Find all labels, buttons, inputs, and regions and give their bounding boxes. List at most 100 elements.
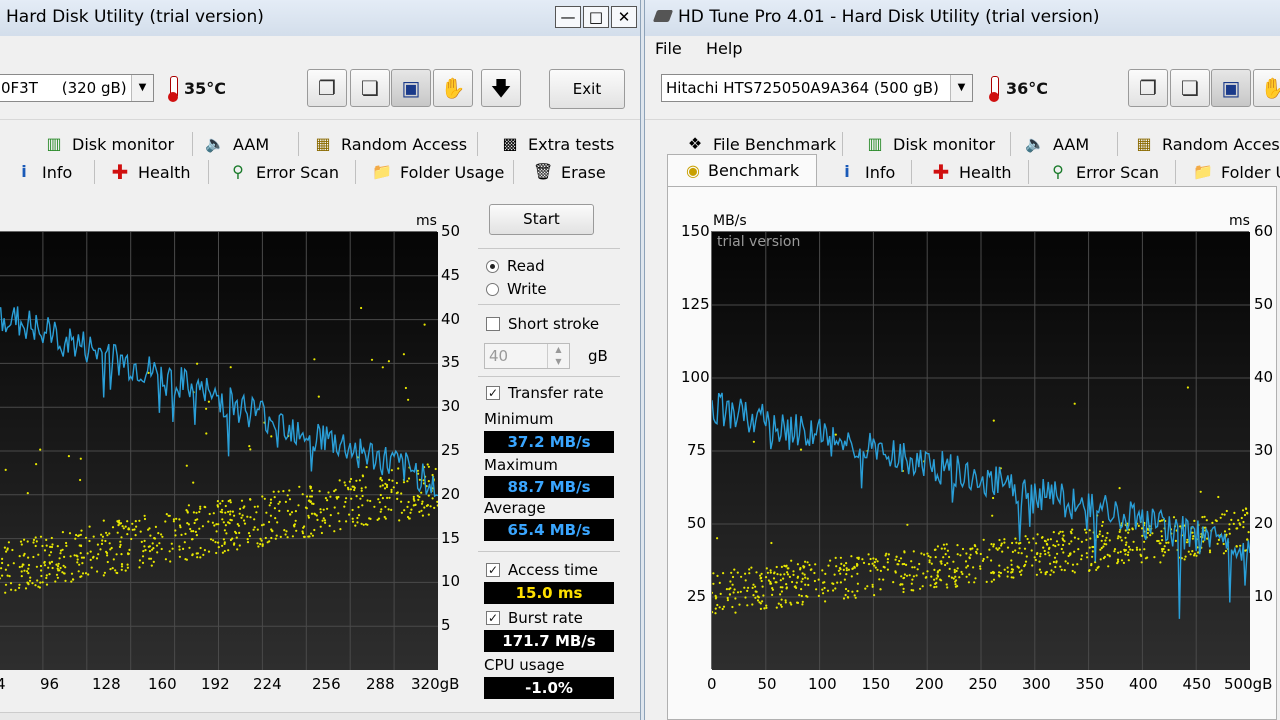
tab-random-access[interactable]: ▦ Random Access xyxy=(1134,130,1280,158)
tab-label: Folder Usage xyxy=(400,162,505,182)
tab-aam[interactable]: 🔈 AAM xyxy=(1025,130,1089,158)
copy-screenshot-button[interactable]: ❏ xyxy=(1170,69,1210,107)
short-stroke-size-input[interactable]: 40 ▲ ▼ xyxy=(484,343,570,369)
tab-disk-monitor[interactable]: ▥ Disk monitor xyxy=(865,130,995,158)
access-time-point xyxy=(297,504,300,507)
access-time-point xyxy=(798,594,801,597)
access-time-point xyxy=(1066,562,1069,565)
chevron-down-icon[interactable]: ▼ xyxy=(131,75,153,101)
maximize-button[interactable]: □ xyxy=(583,6,609,28)
access-time-point xyxy=(933,568,936,571)
access-time-point xyxy=(746,589,749,592)
save-button[interactable]: ▣ xyxy=(391,69,431,107)
access-time-point xyxy=(156,551,159,554)
transfer-rate-checkbox[interactable]: ✓ Transfer rate xyxy=(486,384,604,402)
close-button[interactable]: ✕ xyxy=(611,6,637,28)
access-time-point xyxy=(84,572,88,575)
options-button[interactable]: ✋ xyxy=(433,69,473,107)
access-time-point xyxy=(199,505,202,508)
title-bar[interactable]: HD Tune Pro 4.01 - Hard Disk Utility (tr… xyxy=(645,0,1280,36)
tab-health[interactable]: ✚ Health xyxy=(931,158,1012,186)
burst-rate-checkbox[interactable]: ✓ Burst rate xyxy=(486,609,583,627)
copy-info-button[interactable]: ❐ xyxy=(1128,69,1168,107)
access-time-point xyxy=(990,543,993,546)
access-time-point xyxy=(79,457,82,460)
access-time-point xyxy=(990,580,993,583)
chevron-down-icon[interactable]: ▼ xyxy=(950,75,972,101)
tab-folder-usage[interactable]: 📁 Folder Usage xyxy=(372,158,504,186)
drive-select[interactable]: 0F3T (320 gB) ▼ xyxy=(0,74,154,102)
save-button[interactable]: ▣ xyxy=(1211,69,1251,107)
menu-file[interactable]: File xyxy=(655,39,682,58)
access-time-point xyxy=(185,509,188,512)
menu-help[interactable]: Help xyxy=(706,39,742,58)
access-time-point xyxy=(718,581,721,584)
access-time-point xyxy=(1126,553,1130,557)
access-time-point xyxy=(196,556,199,559)
access-time-point xyxy=(738,603,741,606)
access-time-point xyxy=(18,555,21,558)
tab-benchmark[interactable]: ◉ Benchmark xyxy=(667,154,817,186)
access-time-point xyxy=(221,499,224,503)
access-time-point xyxy=(733,568,736,571)
access-time-point xyxy=(1052,544,1055,547)
access-time-point xyxy=(76,558,79,561)
access-time-point xyxy=(784,601,787,604)
access-time-point xyxy=(866,585,869,588)
access-time-checkbox[interactable]: ✓ Access time xyxy=(486,561,598,579)
start-button[interactable]: Start xyxy=(489,204,594,235)
tab-disk-monitor[interactable]: ▥ Disk monitor xyxy=(44,130,174,158)
tab-health[interactable]: ✚ Health xyxy=(110,158,191,186)
tab-info[interactable]: i Info xyxy=(837,158,895,186)
access-time-point xyxy=(761,600,764,603)
tab-error-scan[interactable]: ⚲ Error Scan xyxy=(1048,158,1159,186)
access-time-point xyxy=(782,577,785,580)
copy-info-button[interactable]: ❐ xyxy=(307,69,347,107)
short-stroke-checkbox[interactable]: Short stroke xyxy=(486,315,599,333)
benchmark-chart xyxy=(0,231,439,670)
access-time-point xyxy=(824,572,827,575)
access-time-point xyxy=(1099,548,1102,551)
access-time-point xyxy=(992,543,995,546)
access-time-point xyxy=(1020,569,1023,572)
access-time-point xyxy=(754,596,757,599)
access-time-point xyxy=(759,602,762,605)
tab-folder-usage[interactable]: 📁 Folder U xyxy=(1193,158,1280,186)
options-button[interactable]: ✋ xyxy=(1253,69,1280,107)
access-time-point xyxy=(898,559,901,563)
access-time-point xyxy=(7,541,10,544)
tab-erase[interactable]: 🗑 Erase xyxy=(533,158,606,186)
tab-extra-tests[interactable]: ▩ Extra tests xyxy=(500,130,614,158)
access-time-point xyxy=(1018,547,1021,550)
access-time-point xyxy=(801,572,804,575)
title-bar[interactable]: Hard Disk Utility (trial version) — □ ✕ xyxy=(0,0,640,36)
download-button[interactable]: 🡇 xyxy=(481,69,521,107)
floppy-save-icon: ▣ xyxy=(401,76,421,100)
access-time-point xyxy=(822,581,825,584)
drive-select[interactable]: Hitachi HTS725050A9A364 (500 gB) ▼ xyxy=(661,74,973,102)
tab-aam[interactable]: 🔈 AAM xyxy=(205,130,269,158)
access-time-point xyxy=(843,564,846,567)
exit-button[interactable]: Exit xyxy=(549,69,625,109)
access-time-point xyxy=(6,574,9,577)
access-time-point xyxy=(942,543,945,546)
access-time-point xyxy=(954,583,957,586)
access-time-point xyxy=(168,514,171,517)
minimize-button[interactable]: — xyxy=(555,6,581,28)
access-time-point xyxy=(808,563,811,567)
copy-screenshot-button[interactable]: ❏ xyxy=(350,69,390,107)
tab-random-access[interactable]: ▦ Random Access xyxy=(313,130,467,158)
access-time-point xyxy=(169,560,172,563)
read-radio[interactable]: Read xyxy=(486,257,545,275)
access-time-point xyxy=(268,520,271,524)
access-time-point xyxy=(752,440,755,443)
access-time-point xyxy=(400,500,403,503)
spin-arrows-icon[interactable]: ▲ ▼ xyxy=(547,344,569,368)
tab-error-scan[interactable]: ⚲ Error Scan xyxy=(228,158,339,186)
access-time-point xyxy=(388,496,391,499)
access-time-point xyxy=(420,509,423,512)
write-radio[interactable]: Write xyxy=(486,280,547,298)
access-time-point xyxy=(106,560,109,564)
tab-info[interactable]: i Info xyxy=(14,158,72,186)
access-time-point xyxy=(188,546,191,549)
